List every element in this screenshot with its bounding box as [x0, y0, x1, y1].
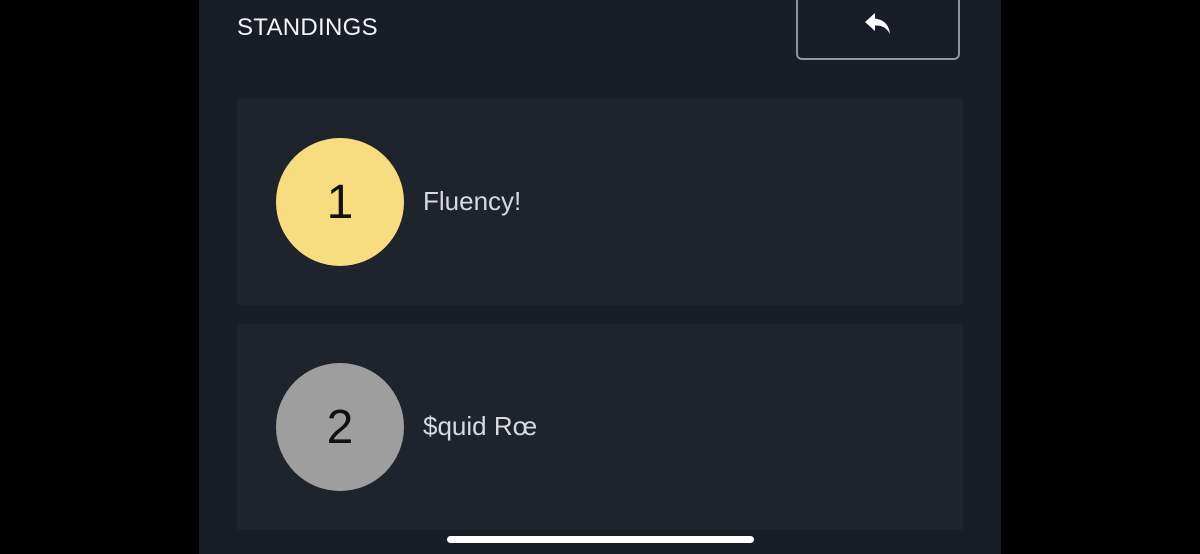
- page-title: STANDINGS: [237, 14, 378, 41]
- rank-badge: 1: [276, 138, 404, 266]
- reply-arrow-icon: [863, 12, 893, 43]
- home-indicator[interactable]: [447, 536, 754, 543]
- rank-badge: 2: [276, 363, 404, 491]
- back-button[interactable]: [796, 0, 960, 60]
- standing-row-2: 2 $quid Rœ: [237, 324, 963, 530]
- standing-row-1: 1 Fluency!: [237, 99, 963, 305]
- player-name: $quid Rœ: [423, 411, 538, 441]
- standings-screen: STANDINGS 1 Fluency! 2 $quid Rœ: [199, 0, 1001, 554]
- player-name: Fluency!: [423, 186, 522, 216]
